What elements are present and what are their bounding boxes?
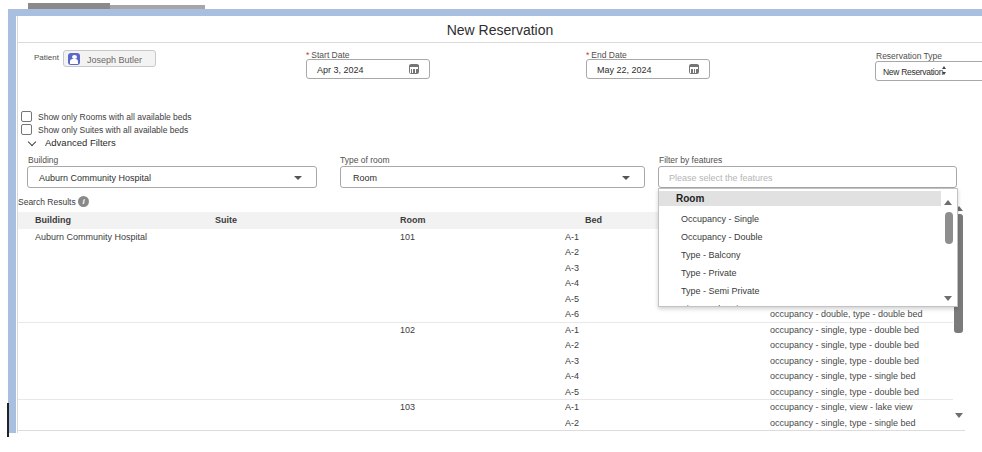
- dropdown-option[interactable]: Type - Balcony: [659, 246, 941, 264]
- dropdown-caret-icon: [294, 176, 302, 180]
- reservation-type-value: New Reservation: [883, 67, 943, 77]
- group-divider: [18, 399, 965, 400]
- header-divider: [18, 42, 982, 43]
- start-date-input[interactable]: Apr 3, 2024: [306, 59, 430, 79]
- building-label: Building: [28, 155, 58, 165]
- reservation-type-label: Reservation Type: [876, 51, 942, 61]
- table-row[interactable]: 103 A-1 occupancy - single, view - lake …: [18, 400, 965, 416]
- table-row[interactable]: A-3 occupancy - single, type - double be…: [18, 354, 965, 370]
- end-date-input[interactable]: May 22, 2024: [586, 59, 710, 79]
- search-results-label: Search Results: [18, 197, 76, 207]
- page: { "ui": { "required_marker": "*" }, "hea…: [0, 0, 982, 452]
- stray-mark: [7, 403, 9, 437]
- rooms-available-label: Show only Rooms with all available beds: [38, 112, 192, 122]
- building-value: Auburn Community Hospital: [39, 173, 151, 183]
- calendar-icon[interactable]: [409, 64, 419, 74]
- patient-chip-label: Joseph Butler: [87, 55, 142, 65]
- dropdown-option[interactable]: View - Lake View: [659, 300, 941, 307]
- features-dropdown-panel: Room Occupancy - Single Occupancy - Doub…: [658, 188, 958, 307]
- column-header-room[interactable]: Room: [400, 212, 426, 229]
- scroll-down-icon[interactable]: [955, 413, 963, 418]
- patient-label: Patient: [34, 53, 59, 62]
- contact-icon: [68, 53, 80, 65]
- features-filter-input[interactable]: Please select the features: [658, 166, 957, 188]
- dropdown-caret-icon: [622, 176, 630, 180]
- dropdown-option[interactable]: Type - Private: [659, 264, 941, 282]
- table-row[interactable]: 102 A-1 occupancy - single, type - doubl…: [18, 323, 965, 339]
- dropdown-option[interactable]: Occupancy - Single: [659, 210, 941, 228]
- rooms-available-checkbox[interactable]: [21, 111, 32, 122]
- dropdown-scroll-up-icon[interactable]: [944, 200, 952, 205]
- patient-chip[interactable]: Joseph Butler: [63, 50, 156, 67]
- dropdown-option[interactable]: Type - Semi Private: [659, 282, 941, 300]
- page-title: New Reservation: [18, 22, 982, 38]
- select-stepper-icon: [942, 66, 946, 75]
- frame-left-bar: [8, 9, 16, 433]
- column-header-building[interactable]: Building: [35, 212, 71, 229]
- info-icon[interactable]: i: [78, 196, 89, 207]
- column-header-bed[interactable]: Bed: [585, 212, 602, 229]
- table-row[interactable]: A-2 occupancy - single, type - double be…: [18, 338, 965, 354]
- start-date-value: Apr 3, 2024: [317, 65, 364, 75]
- dropdown-options: Occupancy - Single Occupancy - Double Ty…: [659, 210, 941, 307]
- table-row[interactable]: A-2 occupancy - single, type - single be…: [18, 416, 965, 432]
- frame-top-bar: [8, 9, 982, 16]
- room-type-combobox[interactable]: Room: [340, 166, 645, 188]
- features-placeholder: Please select the features: [669, 173, 773, 183]
- dropdown-scroll-down-icon[interactable]: [944, 296, 952, 301]
- dropdown-scrollbar-thumb[interactable]: [945, 212, 953, 244]
- reservation-type-select[interactable]: New Reservation: [875, 61, 982, 81]
- chevron-down-icon: [28, 138, 36, 146]
- advanced-filters-label: Advanced Filters: [45, 137, 116, 148]
- end-date-value: May 22, 2024: [597, 65, 652, 75]
- table-row[interactable]: A-6 occupancy - double, type - double be…: [18, 307, 965, 323]
- calendar-icon[interactable]: [689, 64, 699, 74]
- column-header-suite[interactable]: Suite: [215, 212, 237, 229]
- table-row[interactable]: A-4 occupancy - single, type - single be…: [18, 369, 965, 385]
- room-type-label: Type of room: [340, 155, 390, 165]
- suites-available-label: Show only Suites with all available beds: [38, 125, 188, 135]
- features-filter-label: Filter by features: [659, 155, 722, 165]
- suites-available-checkbox[interactable]: [21, 124, 32, 135]
- group-divider: [18, 322, 965, 323]
- dropdown-option[interactable]: Occupancy - Double: [659, 228, 941, 246]
- dropdown-group-header: Room: [659, 191, 941, 206]
- building-combobox[interactable]: Auburn Community Hospital: [27, 166, 317, 188]
- room-type-value: Room: [353, 173, 377, 183]
- table-bottom-border: [18, 430, 965, 431]
